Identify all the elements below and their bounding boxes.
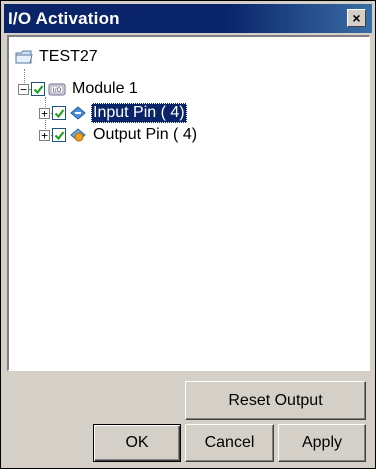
close-icon: × (352, 10, 361, 26)
reset-output-button[interactable]: Reset Output (185, 381, 366, 420)
input-pin-icon (69, 104, 87, 122)
window-title: I/O Activation (8, 9, 120, 28)
input-pin-checkbox[interactable] (52, 106, 66, 120)
folder-icon (15, 48, 33, 66)
output-pin-label: Output Pin ( 4) (93, 126, 198, 143)
close-button[interactable]: × (347, 9, 366, 27)
output-pin-checkbox[interactable] (52, 128, 66, 142)
io-activation-dialog: I/O Activation × TEST27 − I/O Module 1 +… (0, 0, 376, 469)
checkmark-icon (54, 130, 64, 140)
apply-button[interactable]: Apply (278, 424, 366, 462)
io-module-icon: I/O (48, 80, 66, 98)
title-bar[interactable]: I/O Activation × (4, 4, 372, 33)
svg-text:I/O: I/O (53, 87, 62, 94)
output-pin-icon (69, 126, 87, 144)
tree-item-output-pin[interactable]: + Output Pin ( 4) (39, 124, 199, 146)
expand-icon[interactable]: + (39, 107, 50, 119)
expand-icon[interactable]: + (39, 129, 50, 141)
tree-item-module[interactable]: − I/O Module 1 (18, 78, 140, 100)
checkmark-icon (33, 84, 43, 94)
tree-item-input-pin[interactable]: + Input Pin ( 4) (39, 102, 187, 124)
checkmark-icon (54, 108, 64, 118)
module-checkbox[interactable] (31, 82, 45, 96)
ok-button[interactable]: OK (93, 424, 181, 462)
module-label: Module 1 (72, 80, 138, 97)
io-tree-view[interactable]: TEST27 − I/O Module 1 + Input Pin (4) +… (7, 35, 370, 371)
input-pin-label: Input Pin ( 4) (91, 103, 187, 123)
collapse-icon[interactable]: − (18, 83, 29, 95)
tree-root-label: TEST27 (39, 48, 98, 65)
cancel-button[interactable]: Cancel (185, 424, 274, 462)
tree-root-node[interactable]: TEST27 (15, 46, 100, 68)
